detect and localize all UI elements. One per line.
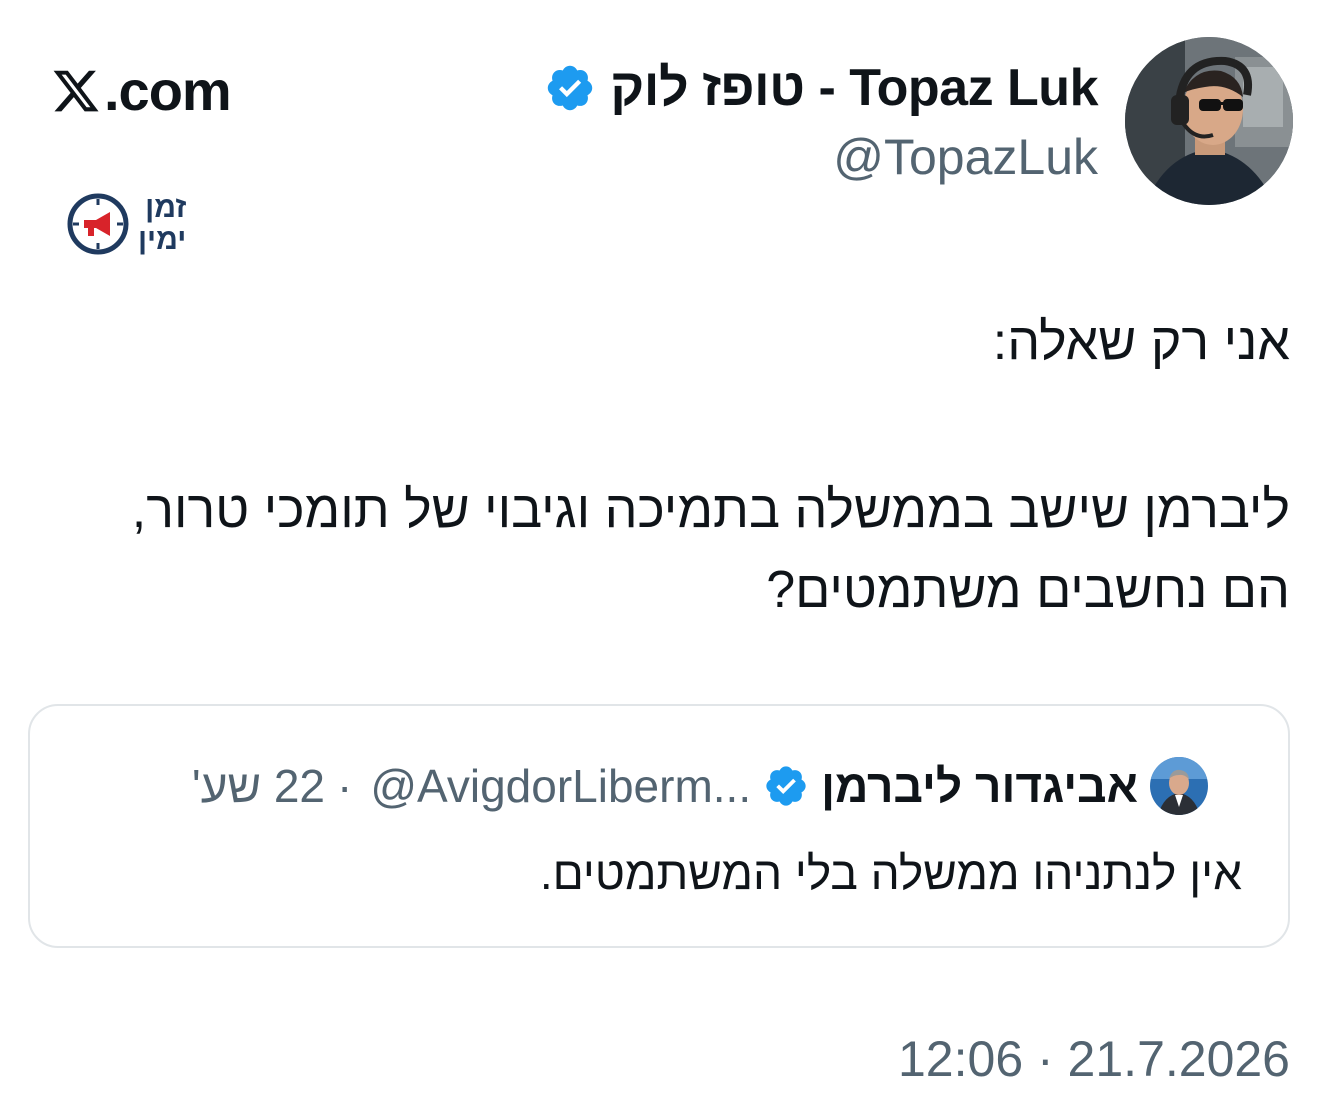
site-label: .com <box>50 58 232 123</box>
channel-name: זמן ימין <box>138 192 186 256</box>
quoted-tweet-text: אין לנתניהו ממשלה בלי המשתמטים. <box>539 847 1242 899</box>
verified-badge-icon <box>548 65 593 111</box>
quoted-verified-badge-icon <box>766 766 806 806</box>
quoted-tweet-card[interactable]: אביגדור ליברמן @AvigdorLiberm... · 22 שע… <box>28 704 1290 948</box>
author-display-name[interactable]: טופז לוק - Topaz Luk <box>610 58 1098 118</box>
channel-name-line2: ימין <box>138 223 187 256</box>
author-name-row: טופז לוק - Topaz Luk <box>544 58 1098 118</box>
quoted-author-name[interactable]: אביגדור ליברמן <box>821 759 1138 813</box>
channel-logo: זמן ימין <box>66 192 186 256</box>
site-domain: .com <box>104 59 232 122</box>
tweet-timestamp[interactable]: 12:06 · 21.7.2026 <box>898 1030 1290 1088</box>
tweet-text-line1: אני רק שאלה: <box>992 313 1290 371</box>
quoted-time-ago[interactable]: 22 שע' <box>192 759 325 813</box>
tweet-text-line2: ליברמן שישב בממשלה בתמיכה וגיבוי של תומכ… <box>131 481 1290 619</box>
quoted-author-handle[interactable]: @AvigdorLiberm... <box>370 759 751 813</box>
channel-name-line1: זמן <box>145 191 187 224</box>
x-logo-icon <box>53 70 99 111</box>
quoted-tweet-header: אביגדור ליברמן @AvigdorLiberm... · 22 שע… <box>78 752 1208 820</box>
megaphone-clock-icon <box>67 193 129 255</box>
quoted-separator: · <box>337 760 353 812</box>
author-handle[interactable]: @TopazLuk <box>833 128 1098 186</box>
quoted-author-avatar[interactable] <box>1150 757 1208 815</box>
author-avatar[interactable] <box>1125 37 1293 205</box>
